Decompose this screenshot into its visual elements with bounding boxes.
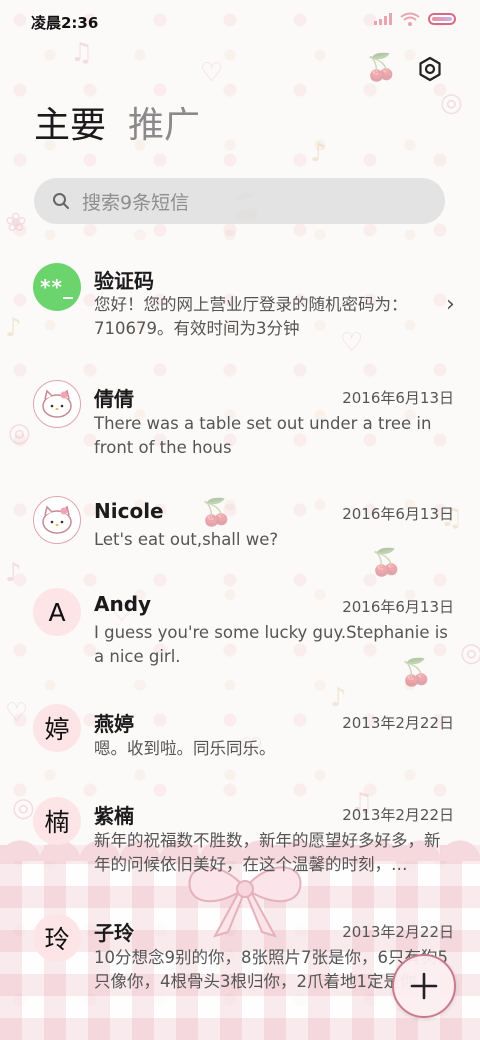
- plus-icon: [410, 972, 438, 1000]
- conversation-name: 验证码: [94, 269, 154, 293]
- conversation-item-nicole[interactable]: Nicole 2016年6月13日 Let's eat out,shall we…: [0, 494, 480, 574]
- conversation-item-zinan[interactable]: 楠 紫楠 2013年2月22日 新年的祝福数不胜数，新年的愿望好多好多，新年的问…: [0, 795, 480, 895]
- avatar: [33, 496, 81, 544]
- search-icon: [53, 193, 69, 209]
- conversation-date: 2013年2月22日: [342, 714, 454, 732]
- compose-button[interactable]: [392, 954, 456, 1018]
- avatar-text: 婷: [44, 715, 70, 744]
- conversation-item-qianqian[interactable]: 倩倩 2016年6月13日 There was a table set out …: [0, 378, 480, 478]
- conversation-snippet: There was a table set out under a tree i…: [94, 414, 432, 457]
- conversation-snippet: 新年的祝福数不胜数，新年的愿望好多好多，新年的问候依旧美好，在这个温馨的时刻，…: [94, 831, 441, 874]
- conversation-date: 2016年6月13日: [342, 389, 454, 407]
- tab-promotions[interactable]: 推广: [128, 108, 200, 144]
- avatar: 玲: [33, 914, 81, 962]
- wifi-icon: [400, 12, 420, 26]
- conversation-item-andy[interactable]: A Andy 2016年6月13日 I guess you're some lu…: [0, 588, 480, 688]
- chevron-right-icon[interactable]: ›: [446, 292, 455, 317]
- status-icons: [374, 12, 456, 26]
- status-bar: 凌晨2:36: [0, 0, 480, 42]
- avatar-text: 楠: [44, 808, 70, 837]
- battery-icon: [428, 13, 456, 25]
- conversation-item-verification-code[interactable]: **_ 验证码 您好！您的网上营业厅登录的随机密码为：710679。有效时间为3…: [0, 258, 480, 358]
- status-time: 凌晨2:36: [31, 14, 99, 32]
- conversation-name: Nicole: [94, 499, 164, 523]
- search-placeholder: 搜索9条短信: [82, 191, 190, 214]
- conversation-name: Andy: [94, 592, 152, 616]
- conversation-snippet: I guess you're some lucky guy.Stephanie …: [94, 623, 448, 666]
- avatar: A: [33, 588, 81, 636]
- hello-kitty-icon: [42, 505, 72, 534]
- conversation-name: 倩倩: [94, 387, 134, 411]
- avatar: 楠: [33, 797, 81, 845]
- conversation-snippet: Let's eat out,shall we?: [94, 530, 279, 549]
- gear-icon[interactable]: [417, 56, 443, 82]
- avatar-text: 玲: [44, 925, 70, 954]
- avatar: **_: [33, 263, 81, 311]
- conversation-snippet: 嗯。收到啦。同乐同乐。: [94, 739, 276, 758]
- conversation-date: 2016年6月13日: [342, 598, 454, 616]
- avatar-text: **_: [40, 275, 74, 299]
- avatar: [33, 380, 81, 428]
- signal-icon: [374, 13, 392, 25]
- conversation-date: 2013年2月22日: [342, 806, 454, 824]
- conversation-name: 紫楠: [94, 804, 134, 828]
- avatar-text: A: [48, 597, 66, 627]
- conversation-name: 燕婷: [94, 712, 134, 736]
- tab-main[interactable]: 主要: [34, 108, 106, 144]
- conversation-snippet: 您好！您的网上营业厅登录的随机密码为：710679。有效时间为3分钟: [94, 295, 408, 338]
- search-input[interactable]: 搜索9条短信: [34, 178, 445, 224]
- conversation-date: 2016年6月13日: [342, 505, 454, 523]
- tab-bar: 主要 推广: [34, 108, 200, 144]
- hello-kitty-icon: [42, 389, 72, 418]
- avatar: 婷: [33, 704, 81, 752]
- conversation-date: 2013年2月22日: [342, 923, 454, 941]
- conversation-name: 子玲: [94, 921, 134, 945]
- conversation-item-yanting[interactable]: 婷 燕婷 2013年2月22日 嗯。收到啦。同乐同乐。: [0, 704, 480, 784]
